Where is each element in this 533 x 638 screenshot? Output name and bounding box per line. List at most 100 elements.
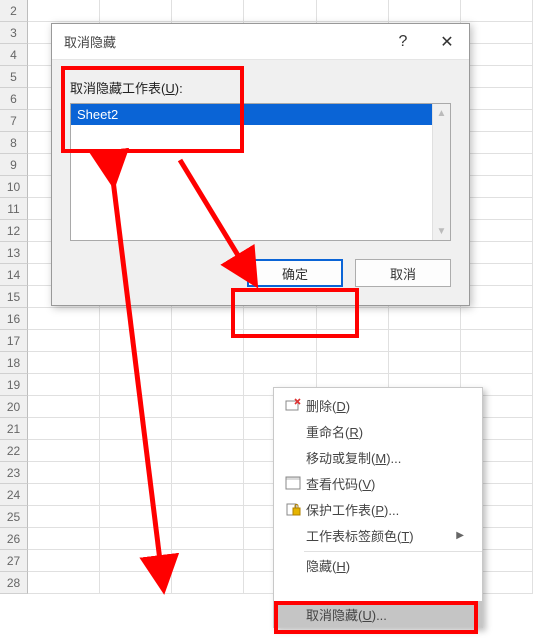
menu-item-tabcolor[interactable]: 工作表标签颜色(T) ▶ [274,522,482,548]
cell[interactable] [28,308,100,330]
cell[interactable] [172,308,244,330]
cell[interactable] [172,330,244,352]
menu-item-protect[interactable]: 保护工作表(P)... [274,496,482,522]
cell[interactable] [461,176,533,198]
cell[interactable] [461,220,533,242]
cell[interactable] [461,264,533,286]
row-header[interactable]: 5 [0,66,28,88]
cell[interactable] [461,330,533,352]
cell[interactable] [461,242,533,264]
cell[interactable] [317,0,389,22]
cell[interactable] [317,330,389,352]
row-header[interactable]: 2 [0,0,28,22]
cell[interactable] [461,66,533,88]
cell[interactable] [28,374,100,396]
row-header[interactable]: 26 [0,528,28,550]
cell[interactable] [461,352,533,374]
cell[interactable] [28,572,100,594]
cell[interactable] [461,154,533,176]
row-header[interactable]: 15 [0,286,28,308]
cell[interactable] [461,44,533,66]
cell[interactable] [461,132,533,154]
menu-item-delete[interactable]: 删除(D) [274,392,482,418]
row-header[interactable]: 3 [0,22,28,44]
row-header[interactable]: 28 [0,572,28,594]
cell[interactable] [28,0,100,22]
list-item[interactable]: Sheet2 [71,104,432,125]
cell[interactable] [100,352,172,374]
row-header[interactable]: 13 [0,242,28,264]
ok-button[interactable]: 确定 [247,259,343,287]
row-header[interactable]: 23 [0,462,28,484]
cell[interactable] [317,308,389,330]
cell[interactable] [389,308,461,330]
cell[interactable] [461,286,533,308]
cell[interactable] [100,374,172,396]
cell[interactable] [100,462,172,484]
cell[interactable] [172,374,244,396]
cell[interactable] [100,484,172,506]
row-header[interactable]: 6 [0,88,28,110]
cell[interactable] [244,330,316,352]
cell[interactable] [28,418,100,440]
cell[interactable] [100,550,172,572]
row-header[interactable]: 10 [0,176,28,198]
cell[interactable] [317,352,389,374]
cell[interactable] [28,550,100,572]
cancel-button[interactable]: 取消 [355,259,451,287]
cell[interactable] [461,88,533,110]
row-header[interactable]: 4 [0,44,28,66]
cell[interactable] [28,506,100,528]
row-header[interactable]: 19 [0,374,28,396]
cell[interactable] [172,418,244,440]
cell[interactable] [461,22,533,44]
cell[interactable] [172,0,244,22]
row-header[interactable]: 27 [0,550,28,572]
close-button[interactable]: ✕ [425,24,469,60]
cell[interactable] [172,462,244,484]
row-header[interactable]: 8 [0,132,28,154]
cell[interactable] [244,0,316,22]
cell[interactable] [28,396,100,418]
cell[interactable] [172,528,244,550]
menu-item-move[interactable]: 移动或复制(M)... [274,444,482,470]
cell[interactable] [100,506,172,528]
row-header[interactable]: 24 [0,484,28,506]
cell[interactable] [389,330,461,352]
cell[interactable] [100,330,172,352]
sheet-listbox[interactable]: Sheet2 ▲ ▼ [70,103,451,241]
cell[interactable] [172,352,244,374]
row-header[interactable]: 11 [0,198,28,220]
scroll-up-icon[interactable]: ▲ [433,104,450,122]
cell[interactable] [461,110,533,132]
cell[interactable] [100,528,172,550]
row-header[interactable]: 17 [0,330,28,352]
row-header[interactable]: 16 [0,308,28,330]
cell[interactable] [244,352,316,374]
row-header[interactable]: 20 [0,396,28,418]
cell[interactable] [461,198,533,220]
cell[interactable] [100,396,172,418]
cell[interactable] [100,418,172,440]
cell[interactable] [172,550,244,572]
cell[interactable] [28,528,100,550]
row-header[interactable]: 7 [0,110,28,132]
row-header[interactable]: 25 [0,506,28,528]
cell[interactable] [28,462,100,484]
cell[interactable] [461,308,533,330]
help-button[interactable]: ? [381,24,425,60]
cell[interactable] [244,308,316,330]
cell[interactable] [172,440,244,462]
cell[interactable] [172,484,244,506]
menu-item-hide[interactable]: 隐藏(H) [274,555,482,575]
row-header[interactable]: 12 [0,220,28,242]
cell[interactable] [172,506,244,528]
scrollbar[interactable]: ▲ ▼ [432,104,450,240]
cell[interactable] [28,440,100,462]
row-header[interactable]: 22 [0,440,28,462]
scroll-down-icon[interactable]: ▼ [433,222,450,240]
menu-item-rename[interactable]: 重命名(R) [274,418,482,444]
cell[interactable] [172,396,244,418]
row-header[interactable]: 21 [0,418,28,440]
cell[interactable] [28,352,100,374]
